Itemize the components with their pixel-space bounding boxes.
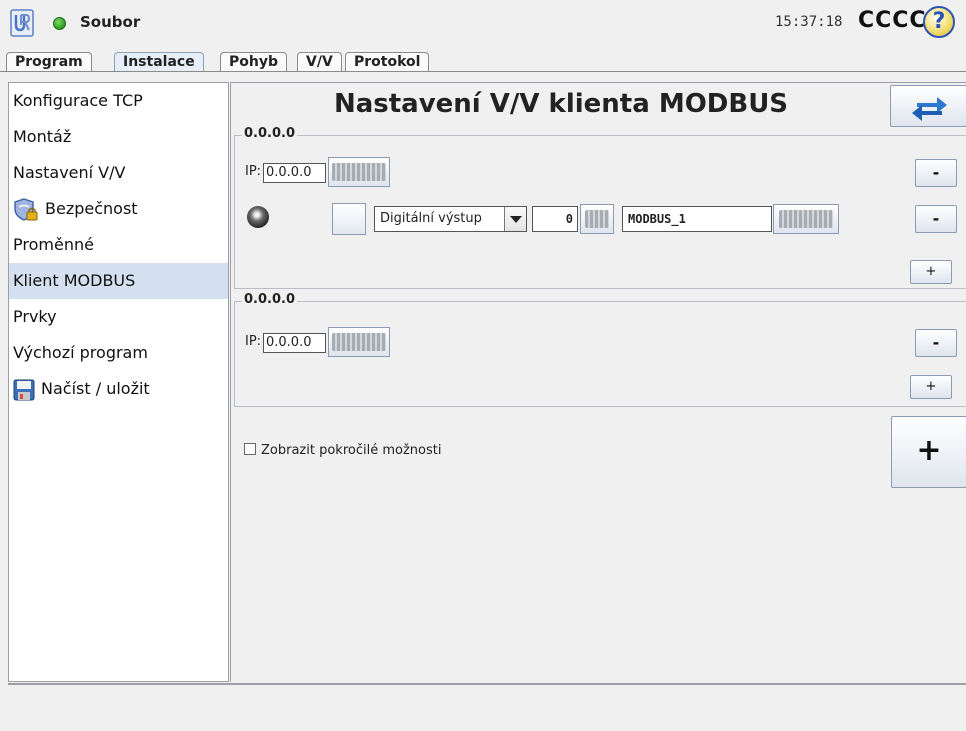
- signal-status-led: [247, 206, 269, 228]
- modbus-main-panel: Nastavení V/V klienta MODBUS 0.0.0.0 IP:…: [230, 82, 966, 682]
- ip-keyboard-button[interactable]: [328, 327, 390, 357]
- add-signal-button[interactable]: +: [910, 375, 952, 399]
- tab-divider: [0, 71, 966, 72]
- refresh-button[interactable]: [890, 85, 966, 127]
- unit-legend: 0.0.0.0: [242, 292, 297, 307]
- ip-input[interactable]: 0.0.0.0: [263, 163, 326, 183]
- ip-label: IP:: [245, 334, 262, 349]
- floppy-icon: [13, 379, 35, 400]
- signal-value-button[interactable]: [332, 203, 366, 235]
- modbus-unit-1: 0.0.0.0 IP: 0.0.0.0 - Digitální výstup 0…: [234, 126, 966, 289]
- clock: 15:37:18: [775, 14, 843, 30]
- page-title: Nastavení V/V klienta MODBUS: [333, 89, 789, 119]
- add-signal-button[interactable]: +: [910, 260, 952, 284]
- sidebar-item-mounting[interactable]: Montáž: [9, 119, 228, 155]
- sidebar-item-modbus-client[interactable]: Klient MODBUS: [9, 263, 228, 299]
- advanced-options-label: Zobrazit pokročilé možnosti: [261, 443, 442, 458]
- tab-pohyb[interactable]: Pohyb: [220, 52, 287, 72]
- sidebar-item-label: Prvky: [13, 307, 57, 326]
- modbus-unit-2: 0.0.0.0 IP: 0.0.0.0 - +: [234, 292, 966, 407]
- sidebar-item-label: Bezpečnost: [45, 199, 138, 218]
- signal-type-value: Digitální výstup: [380, 211, 482, 226]
- tab-io[interactable]: V/V: [297, 52, 342, 72]
- tab-protokol[interactable]: Protokol: [345, 52, 430, 72]
- app-window: Soubor 15:37:18 CCCC ? Program Instalace…: [0, 0, 966, 731]
- title-bar: Soubor 15:37:18 CCCC ?: [0, 0, 966, 46]
- chevron-down-icon: [504, 207, 526, 231]
- sidebar-item-variables[interactable]: Proměnné: [9, 227, 228, 263]
- robot-name: CCCC: [858, 8, 927, 33]
- installation-sidebar: Konfigurace TCP Montáž Nastavení V/V Bez…: [8, 82, 229, 682]
- ip-keyboard-button[interactable]: [328, 157, 390, 187]
- signal-address-input[interactable]: 0: [532, 206, 578, 232]
- file-menu[interactable]: Soubor: [80, 13, 140, 31]
- sidebar-item-label: Konfigurace TCP: [13, 91, 143, 110]
- keyboard-icon: [332, 163, 386, 181]
- sidebar-item-label: Klient MODBUS: [13, 271, 136, 290]
- sidebar-item-label: Výchozí program: [13, 343, 148, 362]
- sidebar-item-label: Načíst / uložit: [41, 379, 150, 398]
- shield-lock-icon: [14, 197, 38, 221]
- advanced-options-toggle[interactable]: Zobrazit pokročilé možnosti: [244, 443, 441, 458]
- keyboard-icon: [332, 333, 386, 351]
- sidebar-item-label: Proměnné: [13, 235, 94, 254]
- sidebar-item-tcp-configuration[interactable]: Konfigurace TCP: [9, 83, 228, 119]
- main-tabs: Program Instalace Pohyb V/V Protokol: [0, 50, 966, 72]
- footer-divider: [8, 683, 966, 685]
- tab-instalace[interactable]: Instalace: [114, 52, 204, 72]
- unit-legend: 0.0.0.0: [242, 126, 297, 141]
- keypad-icon: [585, 210, 609, 228]
- signal-type-dropdown[interactable]: Digitální výstup: [374, 206, 527, 232]
- help-icon[interactable]: ?: [923, 6, 955, 38]
- robot-status-indicator: [53, 17, 66, 30]
- sidebar-item-load-save[interactable]: Načíst / uložit: [9, 371, 228, 407]
- tab-program[interactable]: Program: [6, 52, 92, 72]
- refresh-icon: [912, 97, 947, 121]
- sidebar-item-features[interactable]: Prvky: [9, 299, 228, 335]
- ur-logo-icon: [10, 9, 34, 37]
- sidebar-item-io-setup[interactable]: Nastavení V/V: [9, 155, 228, 191]
- keyboard-icon: [779, 210, 833, 228]
- sidebar-item-default-program[interactable]: Výchozí program: [9, 335, 228, 371]
- remove-unit-button[interactable]: -: [915, 329, 957, 357]
- signal-name-input[interactable]: MODBUS_1: [622, 206, 772, 232]
- address-keypad-button[interactable]: [580, 204, 614, 234]
- ip-label: IP:: [245, 164, 262, 179]
- ip-input[interactable]: 0.0.0.0: [263, 333, 326, 353]
- add-unit-button[interactable]: +: [891, 416, 966, 488]
- remove-signal-button[interactable]: -: [915, 205, 957, 233]
- advanced-options-checkbox[interactable]: [244, 443, 256, 455]
- sidebar-item-label: Montáž: [13, 127, 72, 146]
- name-keyboard-button[interactable]: [773, 204, 839, 234]
- remove-unit-button[interactable]: -: [915, 159, 957, 187]
- sidebar-item-label: Nastavení V/V: [13, 163, 126, 182]
- sidebar-item-safety[interactable]: Bezpečnost: [9, 191, 228, 227]
